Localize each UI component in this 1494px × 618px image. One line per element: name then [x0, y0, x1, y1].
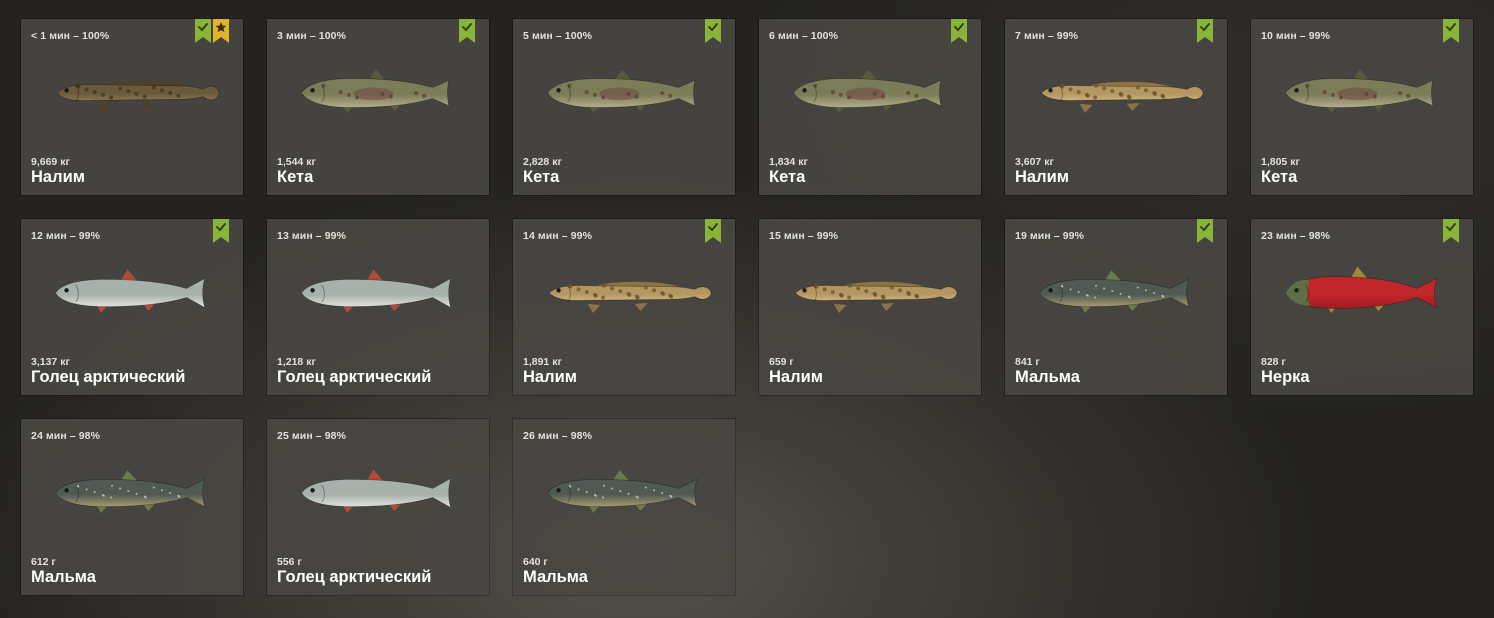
fish-image [56, 80, 220, 113]
fish-image [1039, 270, 1190, 313]
fish-species-name: Голец арктический [277, 368, 432, 386]
catch-time-quality: 15 мин – 99% [769, 230, 839, 242]
catch-card[interactable]: 19 мин – 99% 841 г Мальма [1005, 219, 1227, 395]
catch-weight: 659 г [769, 356, 794, 368]
catch-time-quality: 26 мин – 98% [523, 430, 593, 442]
checkmark-badge-icon [1443, 219, 1459, 243]
catch-time-quality: 23 мин – 98% [1261, 230, 1331, 242]
catch-weight: 612 г [31, 556, 56, 568]
fish-image [547, 470, 698, 513]
badge-group [1197, 219, 1213, 243]
catch-card[interactable]: 3 мин – 100% 1,544 кг Кета [267, 19, 489, 195]
fish-species-name: Кета [769, 168, 806, 186]
catch-weight: 556 г [277, 556, 302, 568]
badge-group [1443, 219, 1459, 243]
catch-card[interactable]: 6 мин – 100% 1,834 кг Кета [759, 19, 981, 195]
fish-species-name: Налим [769, 368, 823, 386]
badge-group [1197, 19, 1213, 43]
fish-species-name: Мальма [523, 568, 588, 586]
catch-weight: 640 г [523, 556, 548, 568]
catch-weight: 2,828 кг [523, 156, 562, 168]
catch-time-quality: 24 мин – 98% [31, 430, 101, 442]
catch-weight: 1,544 кг [277, 156, 316, 168]
catch-weight: 828 г [1261, 356, 1286, 368]
catch-time-quality: 3 мин – 100% [277, 30, 347, 42]
fish-image [55, 269, 206, 313]
fish-image [548, 281, 712, 313]
catch-time-quality: 25 мин – 98% [277, 430, 347, 442]
badge-group [195, 19, 229, 43]
fish-species-name: Налим [523, 368, 577, 386]
fish-image [794, 281, 958, 313]
checkmark-badge-icon [459, 19, 475, 43]
catch-card[interactable]: 15 мин – 99% 659 г Налим [759, 219, 981, 395]
catch-card[interactable]: 23 мин – 98% 828 г Нерка [1251, 219, 1473, 395]
catch-time-quality: 5 мин – 100% [523, 30, 593, 42]
catch-weight: 1,805 кг [1261, 156, 1300, 168]
fish-species-name: Налим [31, 168, 85, 186]
catch-card[interactable]: 5 мин – 100% 2,828 кг Кета [513, 19, 735, 195]
star-badge-icon [213, 19, 229, 43]
fish-image [1040, 81, 1204, 113]
catch-weight: 841 г [1015, 356, 1040, 368]
badge-group [951, 19, 967, 43]
fish-species-name: Кета [523, 168, 560, 186]
badge-group [705, 219, 721, 243]
fish-image [301, 69, 450, 113]
catch-time-quality: 10 мин – 99% [1261, 30, 1331, 42]
catch-time-quality: 6 мин – 100% [769, 30, 839, 42]
fish-species-name: Мальма [1015, 368, 1080, 386]
catch-card[interactable]: 13 мин – 99% 1,218 кг Голец арктический [267, 219, 489, 395]
catch-time-quality: 7 мин – 99% [1015, 30, 1079, 42]
fish-image [301, 269, 452, 313]
badge-group [459, 19, 475, 43]
badge-group [705, 19, 721, 43]
fish-species-name: Кета [277, 168, 314, 186]
catch-card[interactable]: 25 мин – 98% 556 г Голец арктический [267, 419, 489, 595]
fish-species-name: Мальма [31, 568, 96, 586]
catch-weight: 3,137 кг [31, 356, 70, 368]
fish-species-name: Голец арктический [277, 568, 432, 586]
catch-card[interactable]: 10 мин – 99% 1,805 кг Кета [1251, 19, 1473, 195]
catch-card[interactable]: 7 мин – 99% 3,607 кг Налим [1005, 19, 1227, 195]
fish-image [547, 69, 696, 113]
catch-time-quality: < 1 мин – 100% [31, 30, 110, 42]
catch-card[interactable]: 12 мин – 99% 3,137 кг Голец арктический [21, 219, 243, 395]
checkmark-badge-icon [705, 19, 721, 43]
catch-time-quality: 14 мин – 99% [523, 230, 593, 242]
catch-grid: < 1 мин – 100% 9,669 кг Налим 3 мин – 100%… [0, 0, 1494, 618]
badge-group [213, 219, 229, 243]
fish-species-name: Голец арктический [31, 368, 186, 386]
fish-image [793, 69, 942, 113]
catch-weight: 1,891 кг [523, 356, 562, 368]
catch-weight: 1,218 кг [277, 356, 316, 368]
checkmark-badge-icon [213, 219, 229, 243]
fish-species-name: Налим [1015, 168, 1069, 186]
fish-image [1285, 266, 1438, 313]
checkmark-badge-icon [1197, 19, 1213, 43]
catch-weight: 3,607 кг [1015, 156, 1054, 168]
catch-card[interactable]: < 1 мин – 100% 9,669 кг Налим [21, 19, 243, 195]
fish-image [1285, 69, 1434, 113]
catch-time-quality: 19 мин – 99% [1015, 230, 1085, 242]
checkmark-badge-icon [195, 19, 211, 43]
checkmark-badge-icon [951, 19, 967, 43]
catch-card[interactable]: 14 мин – 99% 1,891 кг Налим [513, 219, 735, 395]
checkmark-badge-icon [705, 219, 721, 243]
checkmark-badge-icon [1197, 219, 1213, 243]
catch-time-quality: 12 мин – 99% [31, 230, 101, 242]
catch-weight: 1,834 кг [769, 156, 808, 168]
badge-group [1443, 19, 1459, 43]
catch-weight: 9,669 кг [31, 156, 70, 168]
fish-image [55, 470, 206, 513]
catch-time-quality: 13 мин – 99% [277, 230, 347, 242]
fish-species-name: Кета [1261, 168, 1298, 186]
checkmark-badge-icon [1443, 19, 1459, 43]
fish-species-name: Нерка [1261, 368, 1310, 386]
catch-card[interactable]: 24 мин – 98% 612 г Мальма [21, 419, 243, 595]
catch-card[interactable]: 26 мин – 98% 640 г Мальма [513, 419, 735, 595]
fish-image [301, 469, 452, 513]
